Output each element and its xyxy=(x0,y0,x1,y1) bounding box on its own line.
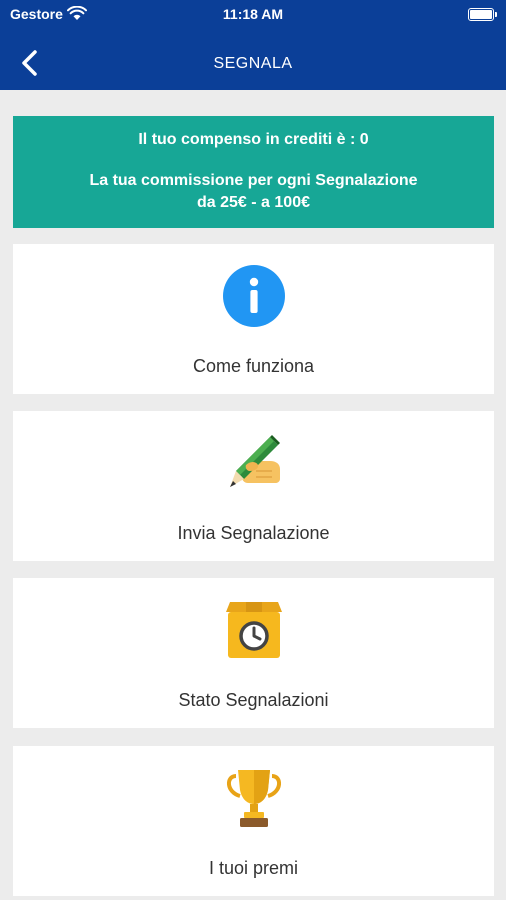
commission-text: La tua commissione per ogni Segnalazione… xyxy=(89,172,418,211)
pen-writing-icon xyxy=(229,435,280,487)
menu-item-i-tuoi-premi[interactable]: I tuoi premi xyxy=(13,746,494,896)
credits-text: Il tuo compenso in crediti è : 0 xyxy=(138,131,369,148)
menu-item-stato-segnalazioni[interactable]: Stato Segnalazioni xyxy=(13,578,494,728)
box-clock-icon xyxy=(225,602,282,658)
battery-icon xyxy=(468,8,497,21)
menu-item-label: Stato Segnalazioni xyxy=(178,690,329,710)
page-title: SEGNALA xyxy=(213,55,293,72)
credits-banner: Il tuo compenso in crediti è : 0 La tua … xyxy=(13,116,494,228)
menu-item-label: Come funziona xyxy=(192,356,315,376)
trophy-icon xyxy=(226,770,281,827)
menu-item-label: Invia Segnalazione xyxy=(177,523,330,543)
menu-item-come-funziona[interactable]: Come funziona xyxy=(13,244,494,394)
status-bar: Gestore 11:18 AM xyxy=(0,0,506,30)
info-icon xyxy=(222,265,285,327)
app-header: Gestore 11:18 AM SEGNALA xyxy=(0,0,506,90)
clock: 11:18 AM xyxy=(222,6,284,22)
menu-item-invia-segnalazione[interactable]: Invia Segnalazione xyxy=(13,411,494,561)
menu-item-label: I tuoi premi xyxy=(208,858,299,878)
